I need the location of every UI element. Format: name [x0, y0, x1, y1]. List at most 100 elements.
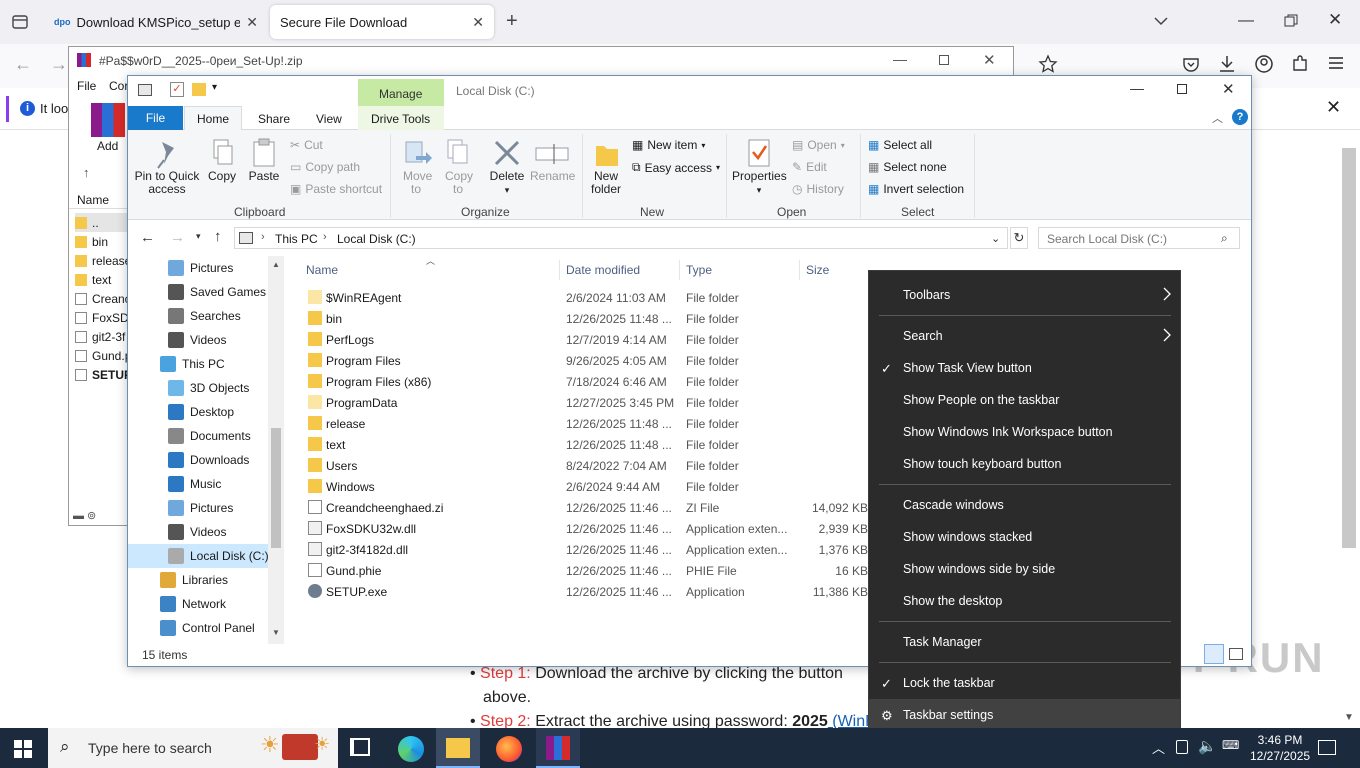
- breadcrumb-local-disk[interactable]: Local Disk (C:): [337, 232, 416, 246]
- edge-icon[interactable]: [398, 736, 424, 762]
- pin-quick-access-button[interactable]: Pin to Quick access: [134, 138, 200, 196]
- file-row[interactable]: Windows 2/6/2024 9:44 AM File folder: [300, 476, 868, 497]
- winrar-file-row[interactable]: git2-3f: [75, 327, 127, 346]
- column-size[interactable]: Size: [806, 263, 829, 277]
- winrar-taskbar-button[interactable]: [536, 728, 580, 768]
- taskbar-search-box[interactable]: ⌕ Type here to search ☀ ☀: [48, 728, 338, 768]
- network-status-icon[interactable]: [1176, 740, 1188, 754]
- menu-icon[interactable]: [1328, 55, 1344, 71]
- star-icon[interactable]: [1038, 54, 1058, 74]
- new-tab-icon[interactable]: +: [506, 10, 518, 33]
- easy-access-button[interactable]: ⧉ Easy access ▾: [632, 160, 720, 175]
- minimize-icon[interactable]: —: [1130, 80, 1144, 96]
- refresh-icon[interactable]: ↻: [1010, 227, 1028, 249]
- browser-tab-download[interactable]: dpo Download KMSPico_setup exe W ✕: [44, 5, 268, 39]
- address-bar[interactable]: › This PC › Local Disk (C:) ⌄: [234, 227, 1008, 249]
- file-row[interactable]: bin 12/26/2025 11:48 ... File folder: [300, 308, 868, 329]
- winrar-file-row[interactable]: ..: [75, 213, 127, 232]
- close-icon[interactable]: ✕: [1222, 80, 1235, 98]
- file-row[interactable]: Program Files (x86) 7/18/2024 6:46 AM File…: [300, 371, 868, 392]
- tab-file[interactable]: File: [128, 106, 183, 130]
- column-name[interactable]: Name: [306, 263, 338, 277]
- page-scrollbar[interactable]: [1342, 148, 1356, 548]
- add-archive-icon[interactable]: [91, 103, 125, 137]
- file-row[interactable]: ProgramData 12/27/2025 3:45 PM File folder: [300, 392, 868, 413]
- new-item-button[interactable]: ▦ New item ▾: [632, 138, 705, 152]
- input-language-icon[interactable]: ⌨: [1222, 738, 1239, 752]
- customize-qa-icon[interactable]: ▾: [212, 82, 217, 93]
- winrar-file-row[interactable]: bin: [75, 232, 127, 251]
- maximize-icon[interactable]: [939, 55, 949, 65]
- menu-item[interactable]: ✓ Show Task View button: [869, 352, 1180, 384]
- menu-item[interactable]: Task Manager: [869, 626, 1180, 658]
- menu-item[interactable]: Cascade windows: [869, 489, 1180, 521]
- menu-item[interactable]: Show touch keyboard button: [869, 448, 1180, 480]
- rename-button[interactable]: Rename: [530, 138, 575, 183]
- properties-qa-icon[interactable]: ✓: [170, 82, 184, 97]
- column-divider[interactable]: [799, 260, 800, 280]
- winrar-menu-commands[interactable]: Cor: [109, 79, 128, 93]
- select-all-button[interactable]: ▦ Select all: [868, 138, 932, 152]
- file-row[interactable]: $WinREAgent 2/6/2024 11:03 AM File folder: [300, 287, 868, 308]
- restore-icon[interactable]: [1284, 14, 1298, 28]
- close-icon[interactable]: ✕: [1326, 97, 1341, 118]
- address-dropdown-icon[interactable]: ⌄: [991, 232, 1000, 245]
- search-box[interactable]: Search Local Disk (C:) ⌕: [1038, 227, 1240, 249]
- scroll-up-icon[interactable]: ▲: [272, 260, 280, 269]
- close-icon[interactable]: ✕: [246, 14, 258, 31]
- file-row[interactable]: Users 8/24/2022 7:04 AM File folder: [300, 455, 868, 476]
- chevron-down-icon[interactable]: [1152, 12, 1170, 30]
- forward-icon[interactable]: →: [50, 54, 68, 75]
- manage-tab[interactable]: Manage: [358, 79, 444, 106]
- pocket-icon[interactable]: [1182, 55, 1200, 73]
- cut-button[interactable]: ✂ Cut: [290, 138, 323, 152]
- breadcrumb-this-pc[interactable]: This PC: [275, 232, 318, 246]
- select-none-button[interactable]: ▦ Select none: [868, 160, 947, 174]
- menu-item[interactable]: Search: [869, 320, 1180, 352]
- task-view-icon[interactable]: [350, 738, 370, 756]
- file-row[interactable]: Creandcheenghaed.zi 12/26/2025 11:46 ... Z…: [300, 497, 868, 518]
- downloads-icon[interactable]: [1218, 54, 1236, 74]
- copy-button[interactable]: Copy: [202, 138, 242, 183]
- open-button[interactable]: ▤ Open ▾: [792, 138, 845, 152]
- tab-view[interactable]: View: [316, 112, 342, 126]
- tab-share[interactable]: Share: [258, 112, 290, 126]
- winrar-file-row[interactable]: FoxSD: [75, 308, 127, 327]
- invert-selection-button[interactable]: ▦ Invert selection: [868, 182, 964, 196]
- notifications-icon[interactable]: [1318, 740, 1336, 755]
- close-icon[interactable]: ✕: [983, 51, 996, 69]
- account-icon[interactable]: [1254, 54, 1274, 74]
- column-type[interactable]: Type: [686, 263, 712, 277]
- volume-icon[interactable]: 🔈: [1198, 737, 1217, 755]
- menu-item[interactable]: Toolbars: [869, 279, 1180, 311]
- browser-tab-secure-download[interactable]: Secure File Download ✕: [270, 5, 494, 39]
- scroll-down-icon[interactable]: ▼: [1344, 712, 1354, 723]
- minimize-icon[interactable]: —: [1238, 12, 1254, 30]
- winrar-menu-file[interactable]: File: [77, 79, 96, 93]
- extensions-icon[interactable]: [1290, 54, 1310, 74]
- column-divider[interactable]: [679, 260, 680, 280]
- new-folder-qa-icon[interactable]: [192, 83, 206, 96]
- column-divider[interactable]: [559, 260, 560, 280]
- history-button[interactable]: ◷ History: [792, 182, 844, 196]
- show-hidden-icons[interactable]: ︿: [1152, 738, 1165, 757]
- file-row[interactable]: PerfLogs 12/7/2019 4:14 AM File folder: [300, 329, 868, 350]
- back-icon[interactable]: ←: [14, 54, 32, 75]
- menu-item[interactable]: ✓ Lock the taskbar: [869, 667, 1180, 699]
- file-row[interactable]: Gund.phie 12/26/2025 11:46 ... PHIE File 16…: [300, 560, 868, 581]
- up-icon[interactable]: ↑: [83, 165, 90, 180]
- nav-item[interactable]: Pictures: [128, 256, 268, 280]
- winrar-file-row[interactable]: SETUP: [75, 365, 127, 384]
- firefox-icon[interactable]: [496, 736, 522, 762]
- file-row[interactable]: SETUP.exe 12/26/2025 11:46 ... Application…: [300, 581, 868, 602]
- add-label[interactable]: Add: [97, 139, 118, 153]
- file-row[interactable]: release 12/26/2025 11:48 ... File folder: [300, 413, 868, 434]
- menu-item[interactable]: Show Windows Ink Workspace button: [869, 416, 1180, 448]
- tab-home[interactable]: Home: [184, 106, 242, 131]
- close-window-icon[interactable]: ✕: [1328, 10, 1342, 30]
- tab-list-icon[interactable]: [10, 12, 30, 32]
- properties-button[interactable]: Properties ▾: [732, 138, 787, 197]
- menu-item[interactable]: Show the desktop: [869, 585, 1180, 617]
- copy-path-button[interactable]: ▭ Copy path: [290, 160, 360, 174]
- menu-item[interactable]: ⚙ Taskbar settings: [869, 699, 1180, 731]
